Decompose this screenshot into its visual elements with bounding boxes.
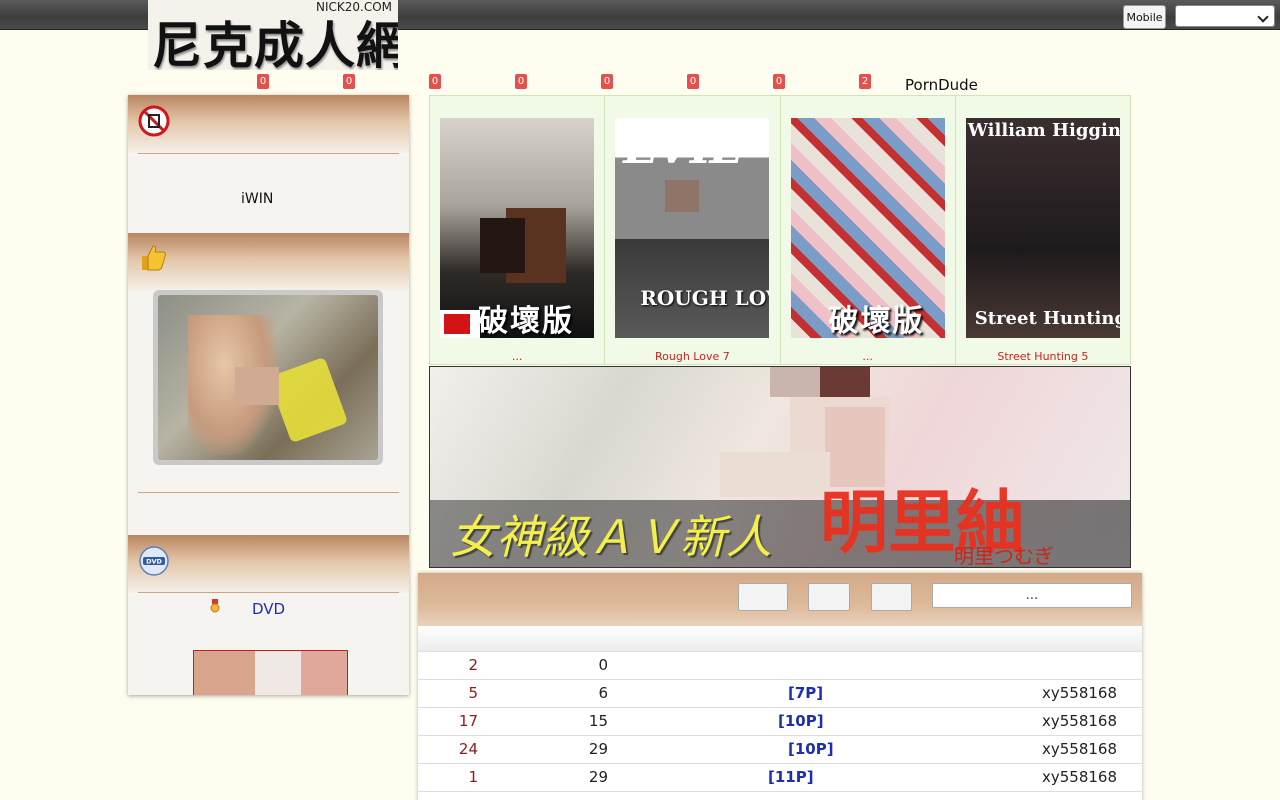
- search-input[interactable]: ...: [932, 583, 1132, 608]
- dvd-link[interactable]: DVD: [128, 600, 409, 618]
- panel-toolbar: ...: [418, 573, 1142, 626]
- count-badge: 0: [601, 74, 613, 89]
- divider: [138, 153, 399, 154]
- thumbnail-image: [158, 295, 378, 460]
- thread-panel: ... 2 0 5 6 [7P] xy558168 17 15 [10P] xy…: [418, 573, 1142, 800]
- reply-count: 1: [468, 768, 478, 786]
- video-gallery: 破壞版 ... EVIL ROUGH LOVE 7 Rough Love 7 破…: [429, 95, 1131, 365]
- sidebar: iWIN DVD DVD: [128, 95, 409, 695]
- reply-count: 5: [468, 684, 478, 702]
- page-count-link[interactable]: [11P]: [768, 768, 814, 786]
- count-badge: 0: [687, 74, 699, 89]
- table-row[interactable]: 2 0: [418, 652, 1142, 680]
- thumbs-up-icon: [142, 245, 166, 271]
- poster-overlay-text: 破壞版: [478, 304, 574, 338]
- count-badge: 0: [429, 74, 441, 89]
- page-count-link[interactable]: [10P]: [778, 712, 824, 730]
- table-row[interactable]: 5 6 [7P] xy558168: [418, 680, 1142, 708]
- poster-image: EVIL ROUGH LOVE 7: [615, 118, 770, 338]
- gallery-item[interactable]: 破壞版 ...: [781, 96, 956, 364]
- count-badge: 0: [515, 74, 527, 89]
- poster-overlay-text: 破壞版: [828, 304, 925, 338]
- sidebar-section-recommend: [128, 233, 409, 291]
- toolbar-button-2[interactable]: [808, 583, 850, 611]
- gallery-item[interactable]: William Higgins Street Hunting Street Hu…: [956, 96, 1130, 364]
- divider: [138, 492, 399, 493]
- logo-title: 尼克成人網: [152, 16, 398, 70]
- dvd-disc-icon: DVD: [139, 546, 169, 576]
- sidebar-section-dvd: DVD: [128, 535, 409, 593]
- gallery-item[interactable]: EVIL ROUGH LOVE 7 Rough Love 7: [605, 96, 781, 364]
- table-header: [418, 626, 1142, 652]
- poster-image: 破壞版: [790, 118, 945, 338]
- count-badge: 0: [257, 74, 269, 89]
- toolbar-button-1[interactable]: [738, 583, 788, 611]
- view-count: 29: [588, 740, 608, 758]
- gallery-caption[interactable]: ...: [430, 350, 604, 363]
- view-count: 15: [588, 712, 608, 730]
- table-row[interactable]: 17 15 [10P] xy558168: [418, 708, 1142, 736]
- poster-image: 破壞版: [440, 118, 594, 338]
- iwin-link[interactable]: iWIN: [241, 191, 273, 207]
- table-row[interactable]: 1 29 [11P] xy558168: [418, 764, 1142, 792]
- site-logo[interactable]: NICK20.COM 尼克成人網: [148, 0, 398, 70]
- gallery-caption[interactable]: Rough Love 7: [605, 350, 779, 363]
- language-select[interactable]: [1175, 5, 1275, 27]
- reply-count: 17: [458, 712, 478, 730]
- poster-overlay-text: ROUGH LOVE 7: [640, 286, 769, 310]
- count-badge: 2: [859, 74, 871, 89]
- author-name[interactable]: xy558168: [1042, 768, 1117, 786]
- poster-overlay-text: Street Hunting: [974, 308, 1120, 329]
- divider: [138, 592, 399, 593]
- svg-text:DVD: DVD: [146, 558, 162, 566]
- page-count-link[interactable]: [7P]: [788, 684, 823, 702]
- count-badge: 0: [773, 74, 785, 89]
- featured-thumbnail[interactable]: [153, 290, 383, 465]
- view-count: 0: [598, 656, 608, 674]
- poster-overlay-title: EVIL: [623, 120, 742, 174]
- restricted-icon: [138, 105, 170, 137]
- gallery-item[interactable]: 破壞版 ...: [430, 96, 606, 364]
- banner-name-small: 明里つむぎ: [954, 544, 1054, 568]
- poster-overlay-title: William Higgins: [967, 120, 1120, 141]
- page-count-link[interactable]: [10P]: [788, 740, 834, 758]
- gallery-caption[interactable]: ...: [781, 350, 955, 363]
- author-name[interactable]: xy558168: [1042, 712, 1117, 730]
- view-count: 29: [588, 768, 608, 786]
- reply-count: 24: [458, 740, 478, 758]
- view-count: 6: [598, 684, 608, 702]
- author-name[interactable]: xy558168: [1042, 684, 1117, 702]
- dvd-thumbnail[interactable]: [193, 650, 348, 695]
- count-badge: 0: [343, 74, 355, 89]
- poster-image: William Higgins Street Hunting: [965, 118, 1120, 338]
- author-name[interactable]: xy558168: [1042, 740, 1117, 758]
- banner-tagline: 女神級ＡＶ新人: [450, 510, 772, 564]
- mobile-button[interactable]: Mobile: [1123, 5, 1166, 29]
- sidebar-section-restricted: [128, 95, 409, 153]
- table-row[interactable]: 24 29 [10P] xy558168: [418, 736, 1142, 764]
- toolbar-button-3[interactable]: [871, 583, 912, 611]
- reply-count: 2: [468, 656, 478, 674]
- promo-banner[interactable]: 明里紬 女神級ＡＶ新人 明里つむぎ: [429, 366, 1131, 568]
- porndude-link[interactable]: PornDude: [905, 76, 978, 94]
- gallery-caption[interactable]: Street Hunting 5: [956, 350, 1130, 363]
